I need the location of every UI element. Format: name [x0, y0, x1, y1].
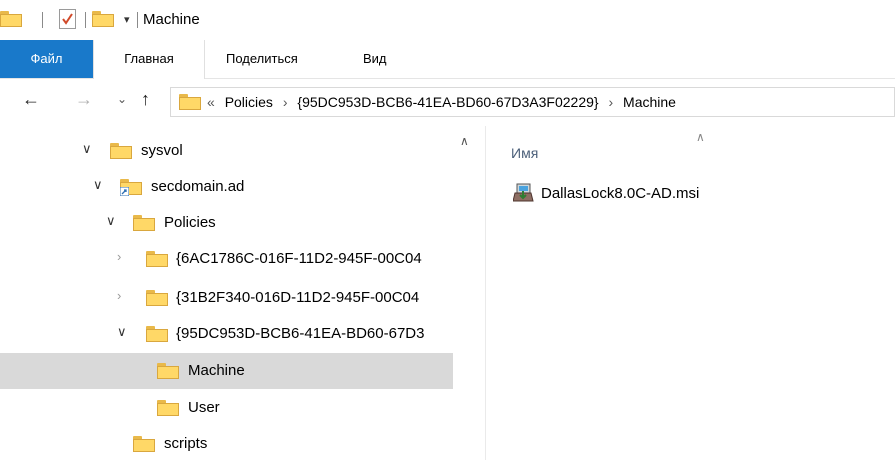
folder-icon — [110, 143, 132, 159]
separator — [42, 12, 43, 28]
folder-icon — [157, 400, 179, 416]
msi-installer-icon — [513, 183, 534, 202]
tab-share[interactable]: Поделиться — [226, 40, 298, 78]
tree-item-label: Policies — [164, 214, 216, 231]
chevron-down-icon[interactable]: ∨ — [117, 324, 127, 340]
title-bar: ▾ Machine — [0, 0, 895, 40]
folder-icon — [133, 215, 155, 231]
folder-icon — [146, 326, 168, 342]
tab-home[interactable]: Главная — [93, 40, 205, 79]
folder-icon — [133, 436, 155, 452]
breadcrumb-policies[interactable]: Policies — [225, 94, 273, 110]
tree-item-label: Machine — [188, 362, 245, 379]
customize-toolbar-icon[interactable]: ▾ — [124, 13, 130, 26]
separator — [137, 12, 138, 28]
chevron-down-icon[interactable]: ∨ — [106, 213, 116, 229]
folder-icon — [146, 251, 168, 267]
separator — [85, 12, 86, 28]
tree-item-label: {31B2F340-016D-11D2-945F-00C04 — [176, 289, 420, 306]
breadcrumb-overflow[interactable]: « — [207, 94, 215, 110]
folder-shortcut-icon — [120, 179, 142, 196]
column-header-name[interactable]: Имя — [511, 145, 538, 161]
tree-item-secdomain[interactable]: ∨ secdomain.ad — [0, 169, 453, 205]
tree-item-policies[interactable]: ∨ Policies — [0, 205, 453, 241]
address-row: ← → ⌄ ↑ « Policies › {95DC953D-BCB6-41EA… — [0, 79, 895, 125]
tree-item-label: {95DC953D-BCB6-41EA-BD60-67D3 — [176, 325, 425, 342]
up-button[interactable]: ↑ — [141, 89, 150, 110]
sort-ascending-icon: ∧ — [696, 130, 705, 144]
tree-item-machine[interactable]: Machine — [0, 353, 453, 389]
file-list: ∧ Имя DallasLock8.0C-AD.msi — [486, 126, 895, 460]
properties-check-icon[interactable] — [59, 9, 76, 29]
recent-locations-button[interactable]: ⌄ — [117, 92, 127, 106]
breadcrumb-separator[interactable]: › — [608, 94, 613, 110]
chevron-down-icon[interactable]: ∨ — [93, 177, 103, 193]
folder-icon — [157, 363, 179, 379]
new-folder-icon[interactable] — [92, 11, 114, 27]
tree-scrollbar[interactable]: ∧ — [453, 126, 485, 460]
chevron-right-icon[interactable]: › — [117, 288, 121, 303]
folder-icon — [146, 290, 168, 306]
tree-item-gpo-6ac1786c[interactable]: › {6AC1786C-016F-11D2-945F-00C04 — [0, 241, 453, 277]
breadcrumb-machine[interactable]: Machine — [623, 94, 676, 110]
chevron-down-icon[interactable]: ∨ — [82, 141, 92, 157]
tree-item-user[interactable]: User — [0, 390, 453, 426]
tab-file[interactable]: Файл — [0, 40, 93, 78]
breadcrumb: « Policies › {95DC953D-BCB6-41EA-BD60-67… — [207, 94, 682, 110]
folder-icon — [0, 11, 22, 27]
tree-item-label: secdomain.ad — [151, 178, 245, 195]
scroll-up-icon[interactable]: ∧ — [460, 134, 469, 148]
tree-item-label: scripts — [164, 435, 208, 452]
tree-item-label: User — [188, 399, 220, 416]
navigation-pane: ∨ sysvol ∨ secdomain.ad ∨ Policies › {6A… — [0, 126, 453, 460]
tree-item-gpo-95dc953d[interactable]: ∨ {95DC953D-BCB6-41EA-BD60-67D3 — [0, 316, 453, 352]
tree-item-gpo-31b2f340[interactable]: › {31B2F340-016D-11D2-945F-00C04 — [0, 280, 453, 316]
back-button[interactable]: ← — [22, 89, 40, 110]
tree-item-scripts[interactable]: scripts — [0, 426, 453, 462]
tree-item-label: sysvol — [141, 142, 183, 159]
tree-item-sysvol[interactable]: ∨ sysvol — [0, 133, 453, 169]
tree-item-label: {6AC1786C-016F-11D2-945F-00C04 — [176, 250, 422, 267]
forward-button[interactable]: → — [75, 89, 93, 110]
chevron-right-icon[interactable]: › — [117, 249, 121, 264]
breadcrumb-separator[interactable]: › — [283, 94, 288, 110]
window-title: Machine — [143, 11, 200, 28]
address-bar[interactable]: « Policies › {95DC953D-BCB6-41EA-BD60-67… — [170, 87, 895, 117]
file-name: DallasLock8.0C-AD.msi — [541, 185, 700, 202]
folder-icon — [179, 94, 201, 110]
tab-view[interactable]: Вид — [363, 40, 387, 78]
ribbon-tabs: Файл Главная Поделиться Вид — [0, 40, 895, 79]
breadcrumb-gpo[interactable]: {95DC953D-BCB6-41EA-BD60-67D3A3F02229} — [297, 94, 598, 110]
